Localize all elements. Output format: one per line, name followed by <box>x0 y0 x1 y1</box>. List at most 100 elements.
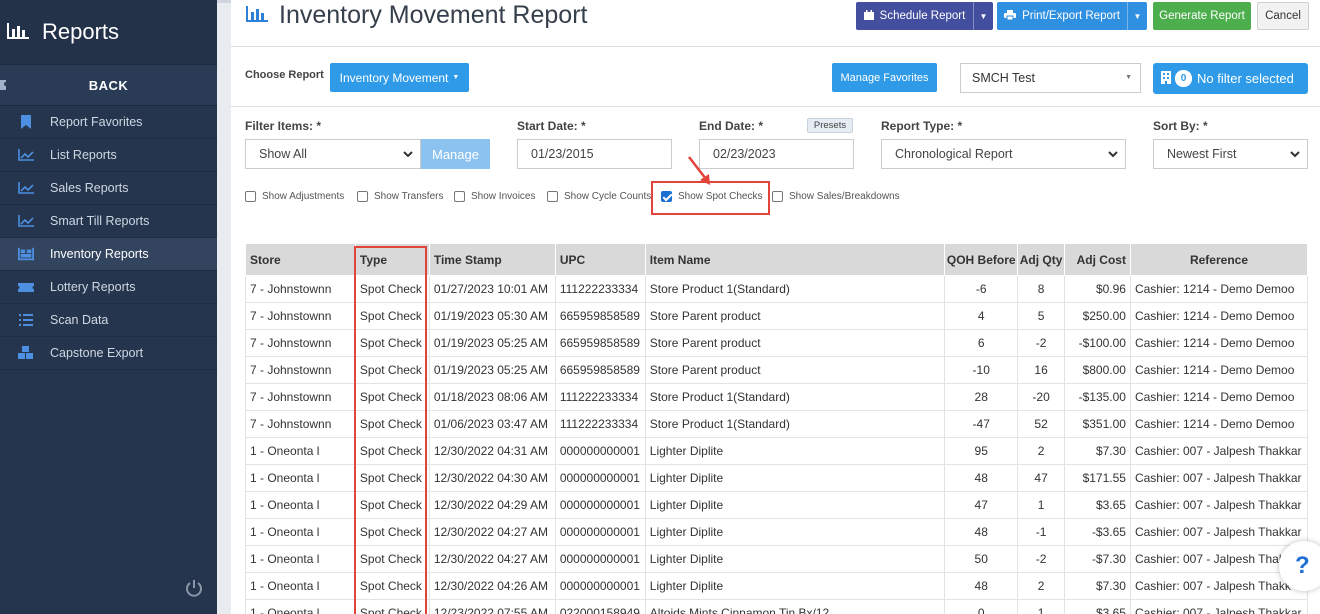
cell-adj-cost: -$135.00 <box>1064 383 1131 411</box>
cell-upc: 000000000001 <box>554 491 646 519</box>
sidebar-title: Reports <box>42 19 120 44</box>
back-button[interactable]: BACK <box>0 64 217 106</box>
checkbox-box[interactable] <box>357 191 368 202</box>
manage-button[interactable]: Manage <box>421 139 490 169</box>
schedule-report-button[interactable]: Schedule Report ▼ <box>856 2 993 30</box>
column-header[interactable]: Adj Qty <box>1017 243 1066 276</box>
checkbox-box[interactable] <box>772 191 783 202</box>
column-header[interactable]: UPC <box>554 243 646 276</box>
cell-timestamp: 12/30/2022 04:31 AM <box>428 437 556 465</box>
cell-qoh-before: 28 <box>944 383 1019 411</box>
bookmark-icon <box>18 114 34 130</box>
sidebar-item-smart-till-reports[interactable]: Smart Till Reports <box>0 205 217 238</box>
filter-items-select[interactable]: Show All <box>245 139 421 169</box>
cell-item-name: Store Product 1(Standard) <box>644 410 946 438</box>
column-header[interactable]: Item Name <box>644 243 946 276</box>
start-date-value: 01/23/2015 <box>531 147 594 161</box>
power-icon[interactable] <box>184 578 204 601</box>
cell-store: 1 - Oneonta l <box>245 491 356 519</box>
cell-reference: Cashier: 1214 - Demo Demoo <box>1129 329 1309 357</box>
cell-item-name: Lighter Diplite <box>644 437 946 465</box>
cell-qoh-before: 95 <box>944 437 1019 465</box>
store-select[interactable]: SMCH Test ▼ <box>960 63 1141 93</box>
cell-reference: Cashier: 1214 - Demo Demoo <box>1129 275 1309 303</box>
checkbox-label: Show Invoices <box>471 191 536 202</box>
generate-report-button[interactable]: Generate Report <box>1153 2 1251 30</box>
checkbox-label: Show Transfers <box>374 191 444 202</box>
cell-upc: 000000000001 <box>554 437 646 465</box>
cell-adj-qty: 1 <box>1017 599 1066 614</box>
cell-qoh-before: -47 <box>944 410 1019 438</box>
cell-item-name: Store Product 1(Standard) <box>644 383 946 411</box>
sidebar-item-sales-reports[interactable]: Sales Reports <box>0 172 217 205</box>
sidebar-item-inventory-reports[interactable]: Inventory Reports <box>0 238 217 271</box>
inventory-icon <box>18 246 34 262</box>
annotation-arrow-icon <box>688 156 710 185</box>
cell-adj-cost: -$7.30 <box>1064 545 1131 573</box>
sidebar-item-lottery-reports[interactable]: Lottery Reports <box>0 271 217 304</box>
cell-adj-qty: -2 <box>1017 545 1066 573</box>
cell-upc: 000000000001 <box>554 518 646 546</box>
report-type-label: Report Type: * <box>881 119 963 133</box>
sidebar-item-scan-data[interactable]: Scan Data <box>0 304 217 337</box>
show-cycle-counts-checkbox[interactable]: Show Cycle Counts <box>547 191 651 202</box>
end-date-input[interactable]: 02/23/2023 <box>699 139 854 169</box>
sidebar-item-list-reports[interactable]: List Reports <box>0 139 217 172</box>
ticket-icon <box>18 279 34 295</box>
sidebar-item-label: Scan Data <box>50 313 109 327</box>
print-export-button[interactable]: Print/Export Report ▼ <box>997 2 1147 30</box>
filter-button[interactable]: 0 No filter selected <box>1153 63 1308 94</box>
manage-favorites-button[interactable]: Manage Favorites <box>832 63 937 92</box>
cell-timestamp: 01/06/2023 03:47 AM <box>428 410 556 438</box>
sidebar-item-report-favorites[interactable]: Report Favorites <box>0 106 217 139</box>
cell-upc: 111222233334 <box>554 410 646 438</box>
column-header[interactable]: QOH Before <box>944 243 1019 276</box>
cell-adj-cost: $351.00 <box>1064 410 1131 438</box>
start-date-input[interactable]: 01/23/2015 <box>517 139 672 169</box>
column-header[interactable]: Reference <box>1129 243 1309 276</box>
cell-store: 7 - Johnstownn <box>245 410 356 438</box>
report-select-button[interactable]: Inventory Movement ▼ <box>330 63 469 92</box>
show-sales-breakdowns-checkbox[interactable]: Show Sales/Breakdowns <box>772 191 900 202</box>
cell-adj-qty: 16 <box>1017 356 1066 384</box>
show-invoices-checkbox[interactable]: Show Invoices <box>454 191 535 202</box>
sidebar-item-label: Lottery Reports <box>50 280 136 294</box>
cell-upc: 000000000001 <box>554 545 646 573</box>
show-transfers-checkbox[interactable]: Show Transfers <box>357 191 443 202</box>
cell-qoh-before: 48 <box>944 572 1019 600</box>
checkbox-box[interactable] <box>547 191 558 202</box>
cell-reference: Cashier: 1214 - Demo Demoo <box>1129 302 1309 330</box>
sort-by-label: Sort By: * <box>1153 119 1208 133</box>
filter-label: No filter selected <box>1197 71 1294 86</box>
sort-by-select[interactable]: Newest First <box>1153 139 1308 169</box>
chevron-down-icon[interactable]: ▼ <box>1127 2 1147 30</box>
cell-item-name: Altoids Mints Cinnamon Tin Bx/12 <box>644 599 946 614</box>
sidebar-item-capstone-export[interactable]: Capstone Export <box>0 337 217 370</box>
report-chart-icon <box>245 4 269 27</box>
column-header[interactable]: Store <box>245 243 356 276</box>
start-date-label: Start Date: * <box>517 119 586 133</box>
cell-reference: Cashier: 1214 - Demo Demoo <box>1129 410 1309 438</box>
cell-reference: Cashier: 007 - Jalpesh Thakkar <box>1129 599 1309 614</box>
column-header[interactable]: Time Stamp <box>428 243 556 276</box>
cell-upc: 111222233334 <box>554 383 646 411</box>
cancel-button[interactable]: Cancel <box>1257 2 1309 30</box>
chevron-down-icon[interactable]: ▼ <box>973 2 993 30</box>
presets-button[interactable]: Presets <box>807 118 853 133</box>
sidebar-item-label: List Reports <box>50 148 117 162</box>
cell-qoh-before: 4 <box>944 302 1019 330</box>
cell-timestamp: 01/18/2023 08:06 AM <box>428 383 556 411</box>
cell-adj-qty: 8 <box>1017 275 1066 303</box>
report-type-select[interactable]: Chronological Report <box>881 139 1126 169</box>
cell-adj-cost: $800.00 <box>1064 356 1131 384</box>
cell-timestamp: 01/19/2023 05:25 AM <box>428 329 556 357</box>
checkbox-box[interactable] <box>245 191 256 202</box>
cell-adj-cost: $7.30 <box>1064 572 1131 600</box>
checkbox-box[interactable] <box>454 191 465 202</box>
cell-store: 1 - Oneonta l <box>245 518 356 546</box>
column-header[interactable]: Adj Cost <box>1064 243 1131 276</box>
line-chart-icon <box>18 147 34 163</box>
cell-store: 7 - Johnstownn <box>245 383 356 411</box>
show-adjustments-checkbox[interactable]: Show Adjustments <box>245 191 344 202</box>
cell-qoh-before: -6 <box>944 275 1019 303</box>
